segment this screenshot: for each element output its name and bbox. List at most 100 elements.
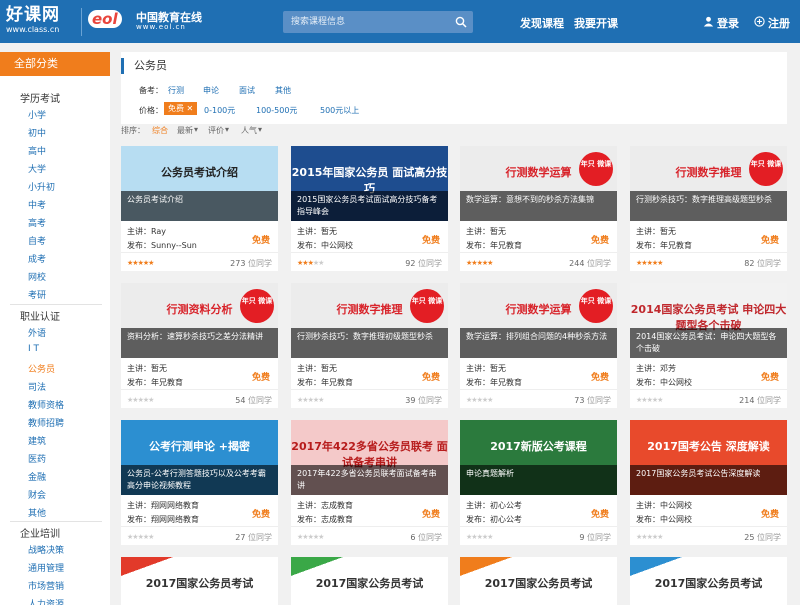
category-item[interactable]: 考研 bbox=[28, 288, 46, 301]
course-publisher[interactable]: 发布：年兄教育 bbox=[466, 240, 522, 251]
all-categories-title[interactable]: 全部分类 bbox=[0, 52, 110, 76]
course-publisher[interactable]: 发布：年兄教育 bbox=[297, 377, 353, 388]
category-item[interactable]: 教师资格 bbox=[28, 398, 64, 411]
category-item-active[interactable]: 公务员 bbox=[28, 362, 55, 375]
category-item[interactable]: 司法 bbox=[28, 380, 46, 393]
category-item[interactable]: 小升初 bbox=[28, 180, 55, 193]
course-card-partial[interactable]: 2017国家公务员考试 bbox=[291, 557, 448, 605]
category-item[interactable]: 医药 bbox=[28, 452, 46, 465]
course-title[interactable]: 数学运算：意想不到的秒杀方法集锦 bbox=[460, 191, 617, 221]
course-thumbnail[interactable]: 公考行测申论 +揭密 公务员-公考行测答题技巧以及公考考霸高分申论视频教程 bbox=[121, 420, 278, 495]
course-card[interactable]: 2017年422多省公务员联考 面试备考串讲 2017年422多省公务员联考面试备… bbox=[291, 420, 448, 545]
course-thumbnail[interactable]: 2017年422多省公务员联考 面试备考串讲 2017年422多省公务员联考面试备… bbox=[291, 420, 448, 495]
course-publisher[interactable]: 发布：中公网校 bbox=[297, 240, 353, 251]
category-item[interactable]: 市场营销 bbox=[28, 579, 64, 592]
course-thumbnail[interactable]: 2017国考公告 深度解读 2017国家公务员考试公告深度解读 bbox=[630, 420, 787, 495]
category-group-academic[interactable]: 学历考试 bbox=[20, 90, 60, 105]
course-thumbnail[interactable]: 2017新版公考课程 申论真题解析 bbox=[460, 420, 617, 495]
register-link[interactable]: 注册 bbox=[768, 15, 790, 31]
course-thumbnail[interactable]: 行测数学运算 年只 微课 数学运算：排列组合问题的4种秒杀方法 bbox=[460, 283, 617, 358]
course-publisher[interactable]: 发布：年兄教育 bbox=[466, 377, 522, 388]
course-thumbnail[interactable]: 行测数字推理 年只 微课 行测秒杀技巧：数字推理高级题型秒杀 bbox=[630, 146, 787, 221]
course-title[interactable]: 申论真题解析 bbox=[460, 465, 617, 495]
course-title[interactable]: 行测秒杀技巧：数字推理初级题型秒杀 bbox=[291, 328, 448, 358]
nav-discover-courses[interactable]: 发现课程 bbox=[520, 15, 564, 31]
course-thumbnail[interactable]: 公务员考试介绍 公务员考试介绍 bbox=[121, 146, 278, 221]
category-group-certification[interactable]: 职业认证 bbox=[20, 308, 60, 323]
course-publisher[interactable]: 发布：年兄教育 bbox=[636, 240, 692, 251]
category-item[interactable]: 网校 bbox=[28, 270, 46, 283]
course-thumbnail[interactable]: 行测数学运算 年只 微课 数学运算：意想不到的秒杀方法集锦 bbox=[460, 146, 617, 221]
course-card[interactable]: 行测数学运算 年只 微课 数学运算：排列组合问题的4种秒杀方法 主讲：暂无 发布：年兄教… bbox=[460, 283, 617, 408]
category-item[interactable]: 人力资源 bbox=[28, 597, 64, 605]
category-item[interactable]: 财会 bbox=[28, 488, 46, 501]
course-title[interactable]: 数学运算：排列组合问题的4种秒杀方法 bbox=[460, 328, 617, 358]
category-item[interactable]: 小学 bbox=[28, 108, 46, 121]
course-card[interactable]: 2017新版公考课程 申论真题解析 主讲：初心公考 发布：初心公考 免费 ★★★★★ 9 位… bbox=[460, 420, 617, 545]
sort-option-rating[interactable]: 评价 bbox=[208, 125, 224, 136]
course-publisher[interactable]: 发布：翔网网络教育 bbox=[127, 514, 199, 525]
price-filter-free-selected[interactable]: 免费 ✕ bbox=[164, 102, 198, 115]
course-title[interactable]: 2017年422多省公务员联考面试备考串讲 bbox=[291, 465, 448, 495]
category-item[interactable]: 金融 bbox=[28, 470, 46, 483]
category-item[interactable]: 自考 bbox=[28, 234, 46, 247]
course-title[interactable]: 2014国家公务员考试：申论四大题型各个击破 bbox=[630, 328, 787, 358]
course-card[interactable]: 行测数字推理 年只 微课 行测秒杀技巧：数字推理初级题型秒杀 主讲：暂无 发布：年兄教育… bbox=[291, 283, 448, 408]
category-item[interactable]: 教师招聘 bbox=[28, 416, 64, 429]
course-thumbnail[interactable]: 行测资料分析 年只 微课 资料分析：速算秒杀技巧之差分法精讲 bbox=[121, 283, 278, 358]
course-title[interactable]: 行测秒杀技巧：数字推理高级题型秒杀 bbox=[630, 191, 787, 221]
sort-option-overall[interactable]: 综合 bbox=[152, 125, 168, 136]
exam-type-option[interactable]: 申论 bbox=[203, 85, 219, 96]
category-item[interactable]: 战略决策 bbox=[28, 543, 64, 556]
category-item[interactable]: 高考 bbox=[28, 216, 46, 229]
course-card[interactable]: 2017国考公告 深度解读 2017国家公务员考试公告深度解读 主讲：中公网校 发布：… bbox=[630, 420, 787, 545]
course-thumbnail[interactable]: 2015年国家公务员 面试高分技巧 2015国家公务员考试面试高分技巧备考指导峰会 bbox=[291, 146, 448, 221]
exam-type-option[interactable]: 面试 bbox=[239, 85, 255, 96]
category-item[interactable]: 其他 bbox=[28, 506, 46, 519]
category-group-corporate[interactable]: 企业培训 bbox=[20, 525, 60, 540]
sort-option-popularity[interactable]: 人气 bbox=[241, 125, 257, 136]
course-title[interactable]: 公务员考试介绍 bbox=[121, 191, 278, 221]
course-title[interactable]: 2017国家公务员考试公告深度解读 bbox=[630, 465, 787, 495]
category-item[interactable]: 高中 bbox=[28, 144, 46, 157]
course-publisher[interactable]: 发布：中公网校 bbox=[636, 377, 692, 388]
course-publisher[interactable]: 发布：初心公考 bbox=[466, 514, 522, 525]
category-item[interactable]: 通用管理 bbox=[28, 561, 64, 574]
course-title[interactable]: 资料分析：速算秒杀技巧之差分法精讲 bbox=[121, 328, 278, 358]
site-logo[interactable]: 好课网 www.class.cn bbox=[6, 5, 74, 39]
course-card[interactable]: 行测资料分析 年只 微课 资料分析：速算秒杀技巧之差分法精讲 主讲：暂无 发布：年兄教育… bbox=[121, 283, 278, 408]
price-option[interactable]: 500元以上 bbox=[320, 105, 359, 116]
category-item[interactable]: 初中 bbox=[28, 126, 46, 139]
category-item[interactable]: 成考 bbox=[28, 252, 46, 265]
exam-type-option[interactable]: 其他 bbox=[275, 85, 291, 96]
course-publisher[interactable]: 发布：中公网校 bbox=[636, 514, 692, 525]
course-title[interactable]: 公务员-公考行测答题技巧以及公考考霸高分申论视频教程 bbox=[121, 465, 278, 495]
course-card-partial[interactable]: 2017国家公务员考试 bbox=[460, 557, 617, 605]
price-option[interactable]: 0-100元 bbox=[204, 105, 235, 116]
price-option[interactable]: 100-500元 bbox=[256, 105, 297, 116]
category-item[interactable]: 建筑 bbox=[28, 434, 46, 447]
course-card[interactable]: 2015年国家公务员 面试高分技巧 2015国家公务员考试面试高分技巧备考指导峰会… bbox=[291, 146, 448, 271]
login-link[interactable]: 登录 bbox=[717, 15, 739, 31]
course-card[interactable]: 2014国家公务员考试 申论四大题型各个击破 2014国家公务员考试：申论四大题型… bbox=[630, 283, 787, 408]
search-input[interactable] bbox=[283, 11, 448, 33]
course-publisher[interactable]: 发布：Sunny--Sun bbox=[127, 240, 197, 251]
course-card-partial[interactable]: 2017国家公务员考试 bbox=[630, 557, 787, 605]
partner-logo[interactable]: eol 中国教育在线 www.eol.cn bbox=[88, 8, 218, 36]
category-item[interactable]: 中考 bbox=[28, 198, 46, 211]
sort-option-newest[interactable]: 最新 bbox=[177, 125, 193, 136]
course-thumbnail[interactable]: 2014国家公务员考试 申论四大题型各个击破 2014国家公务员考试：申论四大题型… bbox=[630, 283, 787, 358]
course-card[interactable]: 行测数学运算 年只 微课 数学运算：意想不到的秒杀方法集锦 主讲：暂无 发布：年兄教育免… bbox=[460, 146, 617, 271]
course-card[interactable]: 公考行测申论 +揭密 公务员-公考行测答题技巧以及公考考霸高分申论视频教程 主讲：翔… bbox=[121, 420, 278, 545]
nav-open-course[interactable]: 我要开课 bbox=[574, 15, 618, 31]
category-item[interactable]: 大学 bbox=[28, 162, 46, 175]
course-publisher[interactable]: 发布：年兄教育 bbox=[127, 377, 183, 388]
category-item[interactable]: I T bbox=[28, 344, 39, 354]
course-card-partial[interactable]: 2017国家公务员考试 bbox=[121, 557, 278, 605]
course-card[interactable]: 行测数字推理 年只 微课 行测秒杀技巧：数字推理高级题型秒杀 主讲：暂无 发布：年兄教育… bbox=[630, 146, 787, 271]
exam-type-option[interactable]: 行测 bbox=[168, 85, 184, 96]
category-item[interactable]: 外语 bbox=[28, 326, 46, 339]
course-publisher[interactable]: 发布：志成教育 bbox=[297, 514, 353, 525]
course-thumbnail[interactable]: 行测数字推理 年只 微课 行测秒杀技巧：数字推理初级题型秒杀 bbox=[291, 283, 448, 358]
course-title[interactable]: 2015国家公务员考试面试高分技巧备考指导峰会 bbox=[291, 191, 448, 221]
